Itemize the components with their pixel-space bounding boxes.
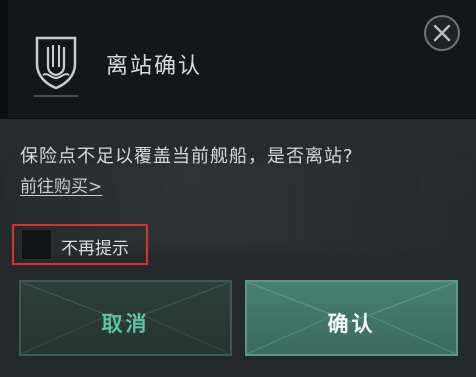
dont-show-again-checkbox[interactable]	[21, 229, 52, 260]
confirm-button-label: 确认	[327, 312, 376, 336]
buy-insurance-link[interactable]: 前往购买>	[20, 172, 102, 197]
header-edge	[0, 0, 8, 118]
leave-station-dialog: 离站确认 保险点不足以覆盖当前舰船，是否离站? 前往购买> 不再提示 取消 确认	[0, 0, 476, 377]
cancel-button[interactable]: 取消	[19, 280, 232, 356]
warning-message: 保险点不足以覆盖当前舰船，是否离站?	[20, 146, 354, 167]
confirm-button[interactable]: 确认	[245, 280, 458, 356]
dialog-title: 离站确认	[106, 54, 203, 79]
emblem-underline	[34, 95, 78, 97]
dialog-header: 离站确认	[0, 0, 476, 119]
close-button[interactable]	[424, 15, 460, 51]
shield-emblem-icon	[35, 36, 77, 90]
close-icon	[433, 24, 451, 42]
dont-show-again-label: 不再提示	[61, 239, 129, 259]
cancel-button-label: 取消	[101, 312, 150, 336]
